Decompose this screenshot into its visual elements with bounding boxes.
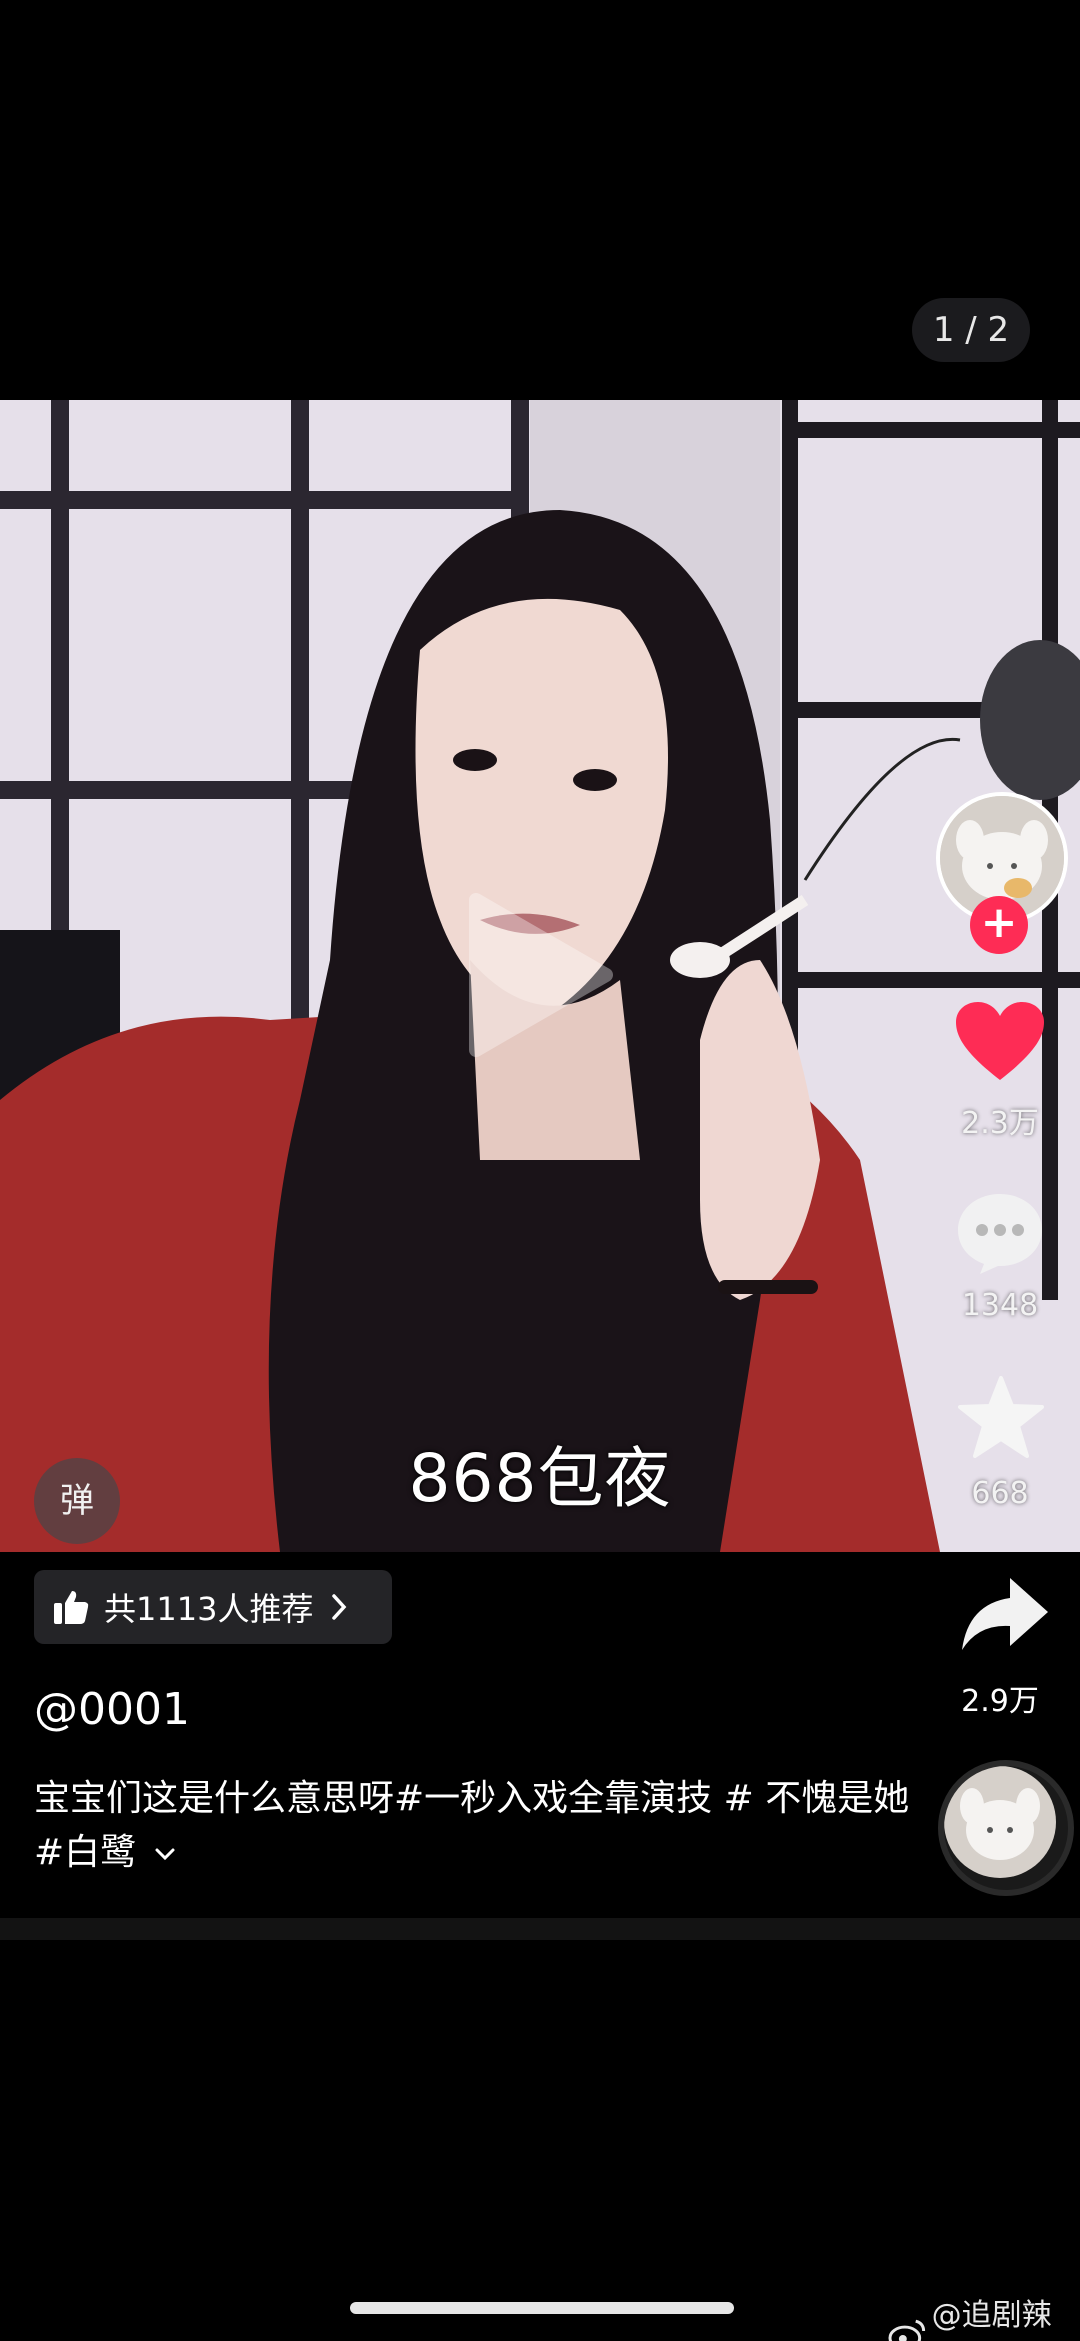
post-caption[interactable]: 宝宝们这是什么意思呀#一秒入戏全靠演技 # 不愧是她 #白鹭 <box>34 1772 914 1880</box>
home-indicator[interactable] <box>350 2302 734 2314</box>
share-count: 2.9万 <box>961 1684 1039 1719</box>
recommend-chip[interactable]: 共1113人推荐 <box>34 1570 392 1644</box>
plus-icon: + <box>980 897 1018 948</box>
comment-count: 1348 <box>961 1288 1039 1323</box>
chevron-down-icon[interactable] <box>154 1845 176 1863</box>
video-player[interactable]: 868包夜 弹 <box>0 400 1080 1552</box>
music-disc-image <box>944 1766 1056 1878</box>
video-subtitle: 868包夜 <box>408 1440 672 1517</box>
heart-icon[interactable] <box>954 1000 1046 1084</box>
music-disc[interactable] <box>938 1760 1074 1896</box>
watermark: @追剧辣妹 <box>888 2290 1080 2341</box>
divider <box>0 1918 1080 1940</box>
recommend-label: 共1113人推荐 <box>104 1590 314 1628</box>
chevron-right-icon <box>332 1594 347 1620</box>
author-username[interactable]: @0001 <box>34 1684 190 1735</box>
follow-button[interactable]: + <box>970 896 1028 954</box>
watermark-text: @追剧辣妹 <box>931 2298 1052 2333</box>
thumbs-up-icon <box>54 1591 89 1624</box>
page-counter: 1 / 2 <box>912 298 1030 362</box>
video-post-screen: 1 / 2 868包夜 弹 + 2.3万 1348 668 共1113人推荐 2… <box>0 0 1080 2341</box>
play-icon[interactable] <box>466 890 616 1060</box>
danmaku-toggle-button[interactable]: 弹 <box>34 1458 120 1544</box>
weibo-icon <box>888 2319 926 2341</box>
favorite-count: 668 <box>971 1476 1029 1511</box>
comment-bubble-icon[interactable] <box>954 1190 1046 1276</box>
like-count: 2.3万 <box>961 1106 1039 1141</box>
share-arrow-icon[interactable] <box>958 1574 1050 1654</box>
star-icon[interactable] <box>958 1376 1044 1458</box>
